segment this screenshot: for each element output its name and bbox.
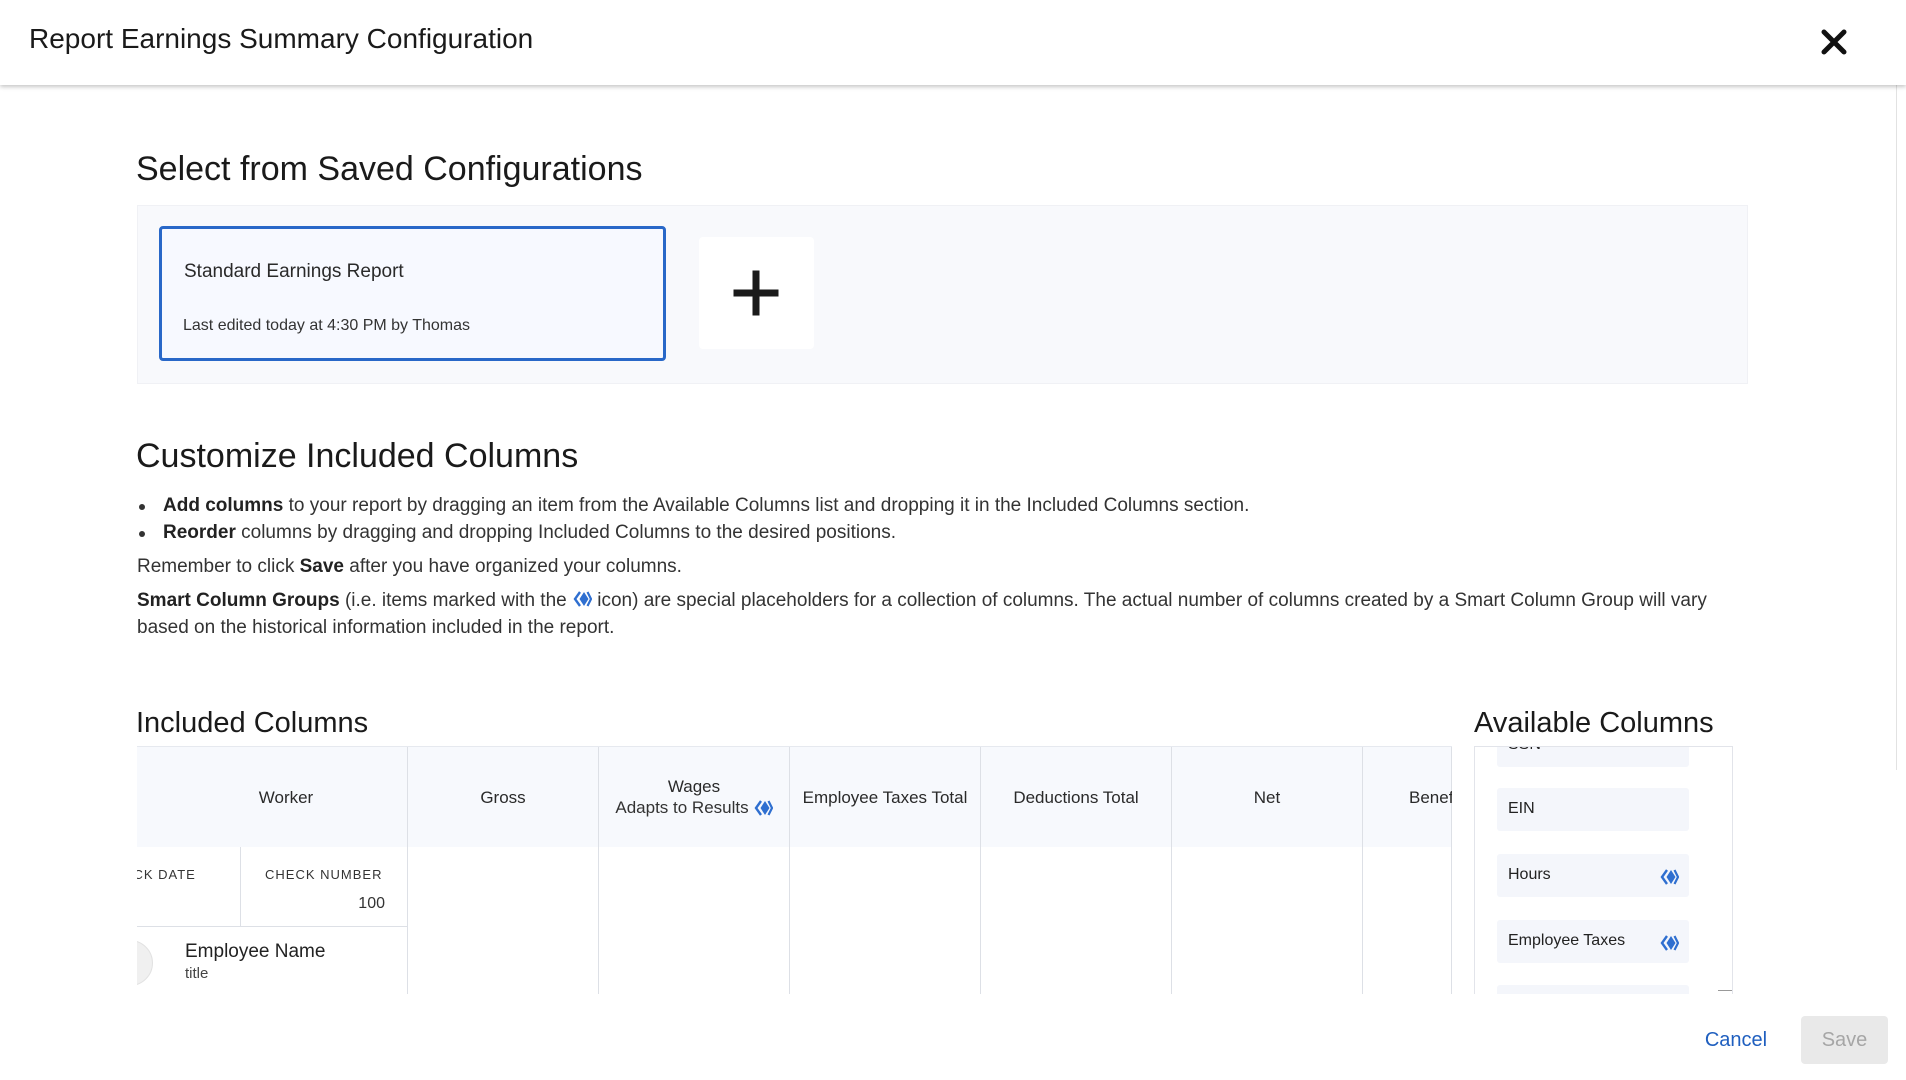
- add-configuration-button[interactable]: [699, 237, 814, 349]
- included-columns-area[interactable]: Worker CHECK DATE 2020 CHECK NUMBER 100 …: [137, 746, 1452, 994]
- smart-column-icon: [754, 799, 773, 816]
- column-net[interactable]: Net: [1172, 747, 1363, 994]
- employee-card: Employee Name title: [137, 927, 407, 994]
- smart-column-icon: [1660, 869, 1679, 885]
- close-icon: [1821, 29, 1847, 55]
- column-header-benefits[interactable]: Benef: [1363, 747, 1452, 847]
- employee-title: title: [185, 965, 209, 982]
- instructions: Add columns to your report by dragging a…: [137, 492, 1757, 641]
- column-header-worker[interactable]: Worker: [137, 747, 407, 847]
- instruction-list: Add columns to your report by dragging a…: [137, 492, 1757, 546]
- column-employee-taxes-total[interactable]: Employee Taxes Total: [790, 747, 981, 994]
- included-columns-heading: Included Columns: [136, 707, 369, 739]
- config-last-edited: Last edited today at 4:30 PM by Thomas: [183, 317, 470, 334]
- column-header-employee-taxes-total[interactable]: Employee Taxes Total: [790, 747, 980, 847]
- available-columns-list[interactable]: SSN EIN Hours Employee Taxes: [1474, 746, 1733, 994]
- page-scrollbar[interactable]: [1896, 85, 1906, 770]
- dialog-title: Report Earnings Summary Configuration: [29, 23, 534, 54]
- column-header-wages[interactable]: Wages Adapts to Results: [599, 747, 789, 847]
- smart-column-icon: [573, 591, 592, 607]
- employee-name: Employee Name: [185, 941, 326, 962]
- smart-groups-text: Smart Column Groups (i.e. items marked w…: [137, 590, 1707, 638]
- save-button[interactable]: Save: [1801, 1016, 1888, 1064]
- available-item-ssn[interactable]: SSN: [1497, 747, 1689, 767]
- avatar: [137, 940, 153, 986]
- dialog-header: Report Earnings Summary Configuration: [0, 0, 1906, 85]
- close-button[interactable]: [1812, 20, 1856, 64]
- smart-column-icon: [1660, 935, 1679, 951]
- check-number-cell: CHECK NUMBER 100: [265, 867, 385, 912]
- available-item-employee-taxes[interactable]: Employee Taxes: [1497, 920, 1689, 963]
- instruction-add: Add columns to your report by dragging a…: [137, 492, 1757, 519]
- remember-text: Remember to click Save after you have or…: [137, 556, 682, 577]
- column-worker[interactable]: Worker CHECK DATE 2020 CHECK NUMBER 100 …: [137, 747, 408, 994]
- customize-heading: Customize Included Columns: [136, 437, 579, 475]
- column-gross[interactable]: Gross: [408, 747, 599, 994]
- available-columns-heading: Available Columns: [1474, 707, 1714, 739]
- check-date-cell: CHECK DATE 2020: [137, 847, 241, 927]
- worker-subfields: CHECK DATE 2020 CHECK NUMBER 100: [137, 847, 407, 927]
- saved-config-card[interactable]: Standard Earnings Report Last edited tod…: [159, 226, 666, 361]
- available-item-ein[interactable]: EIN: [1497, 788, 1689, 831]
- cancel-button[interactable]: Cancel: [1693, 1016, 1779, 1064]
- available-item-next[interactable]: [1497, 985, 1689, 994]
- config-name: Standard Earnings Report: [184, 261, 404, 282]
- plus-icon: [733, 270, 779, 316]
- column-benefits[interactable]: Benef: [1363, 747, 1452, 994]
- column-header-gross[interactable]: Gross: [408, 747, 598, 847]
- column-header-net[interactable]: Net: [1172, 747, 1362, 847]
- saved-configurations-heading: Select from Saved Configurations: [136, 150, 643, 188]
- instruction-reorder: Reorder columns by dragging and dropping…: [137, 519, 1757, 546]
- column-header-deductions-total[interactable]: Deductions Total: [981, 747, 1171, 847]
- available-item-hours[interactable]: Hours: [1497, 854, 1689, 897]
- column-deductions-total[interactable]: Deductions Total: [981, 747, 1172, 994]
- column-wages[interactable]: Wages Adapts to Results: [599, 747, 790, 994]
- available-list-scrollbar[interactable]: [1718, 990, 1732, 994]
